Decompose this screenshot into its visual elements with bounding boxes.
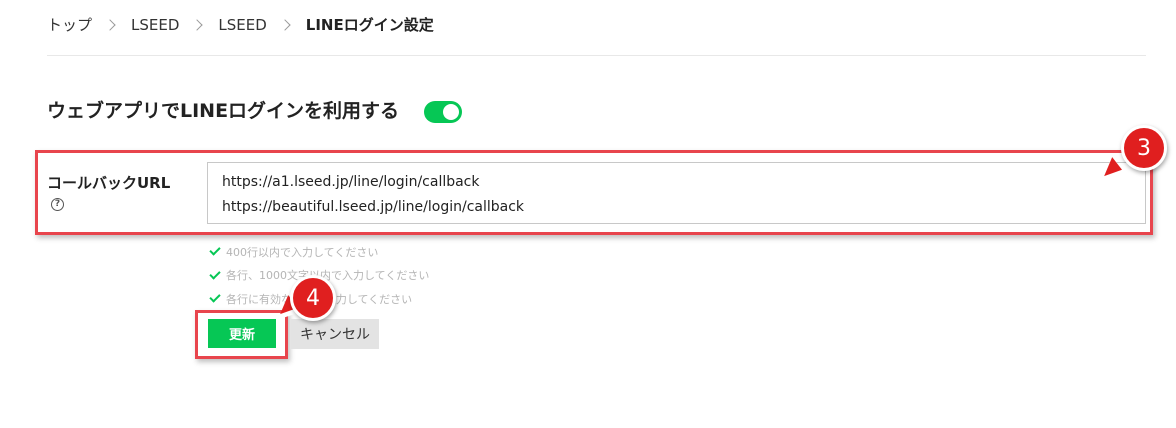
breadcrumb-item-lseed-1[interactable]: LSEED bbox=[131, 16, 179, 34]
check-icon bbox=[209, 291, 221, 303]
cancel-button[interactable]: キャンセル bbox=[291, 319, 379, 349]
toggle-knob bbox=[443, 104, 459, 120]
step-badge-3: 3 bbox=[1121, 125, 1167, 171]
check-icon bbox=[209, 244, 221, 256]
check-icon bbox=[209, 268, 221, 280]
callback-url-line: https://beautiful.lseed.jp/line/login/ca… bbox=[222, 199, 525, 215]
page: トップ LSEED LSEED LINEログイン設定 ウェブアプリでLINEログ… bbox=[0, 0, 1176, 428]
question-circle-icon[interactable]: ? bbox=[51, 198, 64, 211]
divider bbox=[47, 55, 1146, 56]
step-badge-4: 4 bbox=[290, 275, 336, 321]
callback-url-label: コールバックURL bbox=[47, 174, 171, 192]
hint-text: 400行以内で入力してください bbox=[226, 245, 379, 259]
chevron-right-icon bbox=[104, 18, 116, 31]
breadcrumb-item-top[interactable]: トップ bbox=[47, 14, 92, 35]
chevron-right-icon bbox=[279, 18, 291, 31]
hint-item: 400行以内で入力してください bbox=[209, 240, 429, 264]
breadcrumb-current: LINEログイン設定 bbox=[305, 16, 434, 34]
callback-url-textarea[interactable]: https://a1.lseed.jp/line/login/callback … bbox=[207, 162, 1146, 224]
chevron-right-icon bbox=[191, 18, 204, 31]
breadcrumb: トップ LSEED LSEED LINEログイン設定 bbox=[47, 14, 434, 35]
line-login-toggle[interactable] bbox=[424, 101, 462, 123]
breadcrumb-item-lseed-2[interactable]: LSEED bbox=[218, 16, 266, 34]
callback-url-line: https://a1.lseed.jp/line/login/callback bbox=[222, 174, 480, 190]
section-title: ウェブアプリでLINEログインを利用する bbox=[47, 100, 400, 122]
update-button[interactable]: 更新 bbox=[208, 319, 276, 348]
